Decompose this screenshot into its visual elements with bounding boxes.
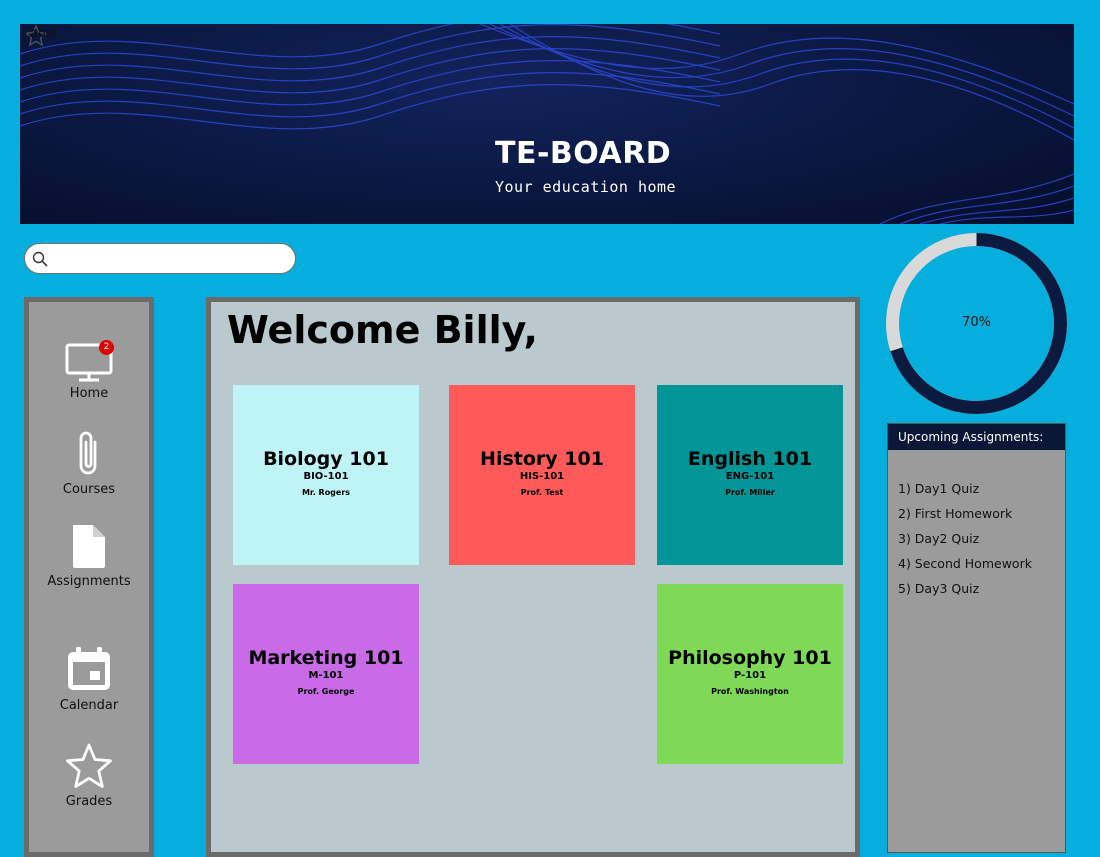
course-name: Marketing 101	[248, 647, 404, 669]
course-name: Biology 101	[263, 448, 389, 470]
sidebar-item-assignments[interactable]: Assignments	[29, 522, 149, 589]
course-professor: Prof. Washington	[711, 687, 789, 696]
course-name: History 101	[480, 448, 604, 470]
calendar-icon	[68, 647, 110, 690]
notification-badge: 2	[99, 340, 114, 355]
course-name: Philosophy 101	[668, 647, 832, 669]
course-card-philosophy[interactable]: Philosophy 101 P-101 Prof. Washington	[657, 584, 843, 764]
sidebar-item-home[interactable]: 2 Home	[29, 340, 149, 401]
upcoming-assignments-panel: Upcoming Assignments: 1) Day1 Quiz 2) Fi…	[887, 423, 1066, 853]
welcome-heading: Welcome Billy,	[227, 308, 538, 352]
corner-label: Label	[24, 26, 57, 40]
course-code: M-101	[308, 670, 344, 681]
sidebar: 2 Home Courses Assignments Calendar Grad…	[24, 297, 154, 857]
course-code: P-101	[733, 670, 767, 681]
course-code: BIO-101	[303, 471, 349, 482]
course-card-biology[interactable]: Biology 101 BIO-101 Mr. Rogers	[233, 385, 419, 565]
assignments-list: 1) Day1 Quiz 2) First Homework 3) Day2 Q…	[898, 480, 1032, 605]
sidebar-item-label: Assignments	[47, 574, 131, 589]
course-professor: Prof. Test	[520, 488, 564, 497]
sidebar-item-label: Grades	[65, 794, 113, 809]
sidebar-item-grades[interactable]: Grades	[29, 742, 149, 809]
main-panel: Welcome Billy, Biology 101 BIO-101 Mr. R…	[206, 297, 860, 857]
assignments-header: Upcoming Assignments:	[888, 424, 1065, 450]
progress-label: 70%	[962, 315, 991, 330]
sidebar-item-courses[interactable]: Courses	[29, 428, 149, 497]
course-card-english[interactable]: English 101 ENG-101 Prof. Miller	[657, 385, 843, 565]
sidebar-item-calendar[interactable]: Calendar	[29, 644, 149, 713]
progress-ring: 70%	[886, 233, 1067, 414]
search-bar[interactable]	[24, 243, 296, 274]
course-card-history[interactable]: History 101 HIS-101 Prof. Test	[449, 385, 635, 565]
document-icon	[73, 525, 105, 568]
app-title: TE-BOARD	[495, 136, 672, 171]
course-card-marketing[interactable]: Marketing 101 M-101 Prof. George	[233, 584, 419, 764]
sidebar-item-label: Courses	[62, 482, 116, 497]
course-professor: Mr. Rogers	[301, 488, 351, 497]
paperclip-icon	[79, 431, 97, 475]
assignment-item[interactable]: 2) First Homework	[898, 505, 1032, 530]
assignment-item[interactable]: 1) Day1 Quiz	[898, 480, 1032, 505]
sidebar-item-label: Home	[69, 386, 109, 401]
star-icon	[66, 743, 112, 788]
assignment-item[interactable]: 3) Day2 Quiz	[898, 530, 1032, 555]
assignment-item[interactable]: 4) Second Homework	[898, 555, 1032, 580]
header-banner: TE-BOARD Your education home	[20, 24, 1074, 224]
course-professor: Prof. George	[297, 687, 355, 696]
course-name: English 101	[687, 448, 813, 470]
course-code: HIS-101	[519, 471, 565, 482]
course-professor: Prof. Miller	[725, 488, 775, 497]
course-code: ENG-101	[725, 471, 775, 482]
search-icon	[32, 251, 48, 267]
assignment-item[interactable]: 5) Day3 Quiz	[898, 580, 1032, 605]
search-input[interactable]	[55, 248, 289, 272]
sidebar-item-label: Calendar	[59, 698, 119, 713]
app-subtitle: Your education home	[495, 178, 677, 196]
